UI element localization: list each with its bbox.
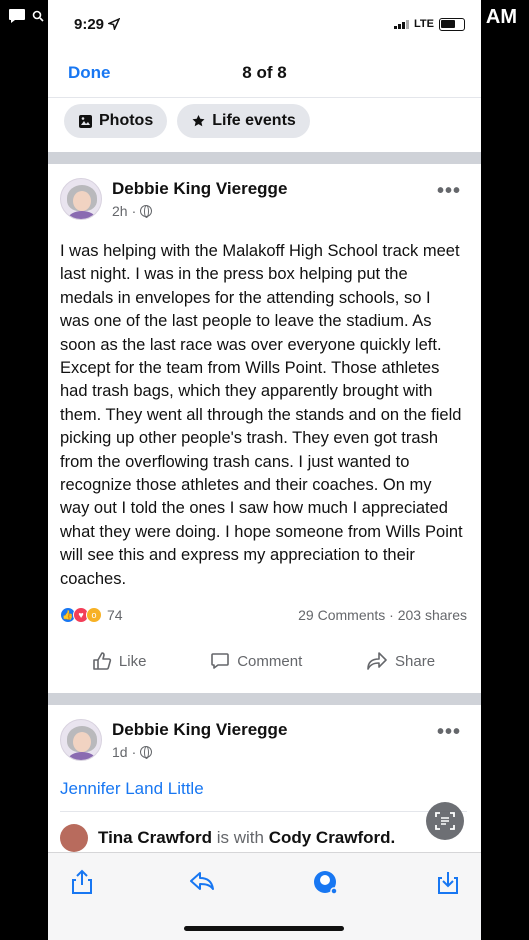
share-icon: [72, 869, 92, 894]
status-time: 9:29: [74, 15, 105, 33]
save-button[interactable]: [436, 869, 460, 900]
info-sparkle-icon: [314, 871, 338, 895]
battery-icon: [439, 17, 465, 31]
shared-post-header: Tina Crawford is with Cody Crawford.: [60, 824, 467, 853]
reactions-summary[interactable]: 👍 ♥ o 74: [60, 607, 123, 624]
like-button[interactable]: Like: [92, 651, 146, 671]
share-arrow-icon: [367, 652, 387, 670]
wow-reaction-icon: o: [86, 607, 102, 624]
post-header: Debbie King Vieregge 1d · •••: [60, 719, 467, 762]
signal-icon: [394, 19, 410, 29]
reply-arrow-icon: [190, 872, 214, 890]
share-button[interactable]: Share: [366, 651, 435, 671]
post-card: Debbie King Vieregge 2h · ••• I was helpi…: [48, 164, 481, 689]
flag-star-icon: [192, 114, 205, 126]
message-icon: [9, 9, 25, 23]
outer-notification-icons: [8, 8, 44, 24]
post-author[interactable]: Debbie King Vieregge: [112, 179, 287, 199]
comment-icon: [211, 653, 230, 669]
avatar[interactable]: [60, 719, 102, 762]
post-header: Debbie King Vieregge 2h · •••: [60, 178, 467, 220]
avatar[interactable]: [60, 178, 102, 220]
share-button[interactable]: [70, 869, 94, 900]
photos-chip[interactable]: Photos: [64, 104, 168, 138]
post-author[interactable]: Debbie King Vieregge: [112, 720, 287, 740]
post-actions: Like Comment Share: [60, 633, 467, 689]
globe-icon: [140, 205, 153, 218]
post-text: I was helping with the Malakoff High Sch…: [60, 242, 463, 588]
viewer-navbar: Done 8 of 8: [48, 48, 481, 98]
comments-shares-count[interactable]: 29 Comments · 203 shares: [298, 607, 467, 623]
reply-button[interactable]: [188, 869, 216, 898]
status-bar: 9:29 LTE: [48, 0, 481, 48]
shared-author-name[interactable]: Tina Crawford: [98, 828, 212, 847]
phone-screen: 9:29 LTE Done 8 of 8 Photos Life events: [48, 0, 481, 940]
globe-icon: [140, 746, 153, 760]
post-meta: 1d ·: [112, 744, 287, 760]
post-meta: 2h ·: [112, 203, 287, 219]
home-indicator: [184, 926, 344, 931]
network-label: LTE: [414, 18, 434, 30]
more-options-icon[interactable]: •••: [437, 721, 461, 744]
section-separator: [48, 693, 481, 706]
text-scan-icon: [435, 812, 455, 830]
post-stats: 👍 ♥ o 74 29 Comments · 203 shares: [60, 607, 467, 624]
tagged-person-link[interactable]: Jennifer Land Little: [60, 779, 467, 813]
section-separator: [48, 152, 481, 164]
page-counter: 8 of 8: [242, 62, 287, 82]
outer-clock: AM: [485, 6, 517, 28]
avatar[interactable]: [60, 824, 88, 853]
life-events-chip[interactable]: Life events: [177, 104, 310, 138]
shared-with-name[interactable]: Cody Crawford.: [269, 828, 396, 847]
done-button[interactable]: Done: [68, 63, 111, 83]
photo-icon: [79, 114, 92, 128]
more-options-icon[interactable]: •••: [437, 180, 461, 203]
live-text-button[interactable]: [426, 802, 464, 840]
visual-lookup-button[interactable]: [312, 869, 340, 902]
download-icon: [438, 872, 458, 894]
location-arrow-icon: [108, 18, 121, 30]
profile-chips: Photos Life events: [48, 98, 481, 144]
post-card-2: Debbie King Vieregge 1d · ••• Jennifer La…: [48, 705, 481, 853]
comment-button[interactable]: Comment: [210, 651, 302, 671]
thumbs-up-icon: [93, 652, 112, 670]
search-icon: [32, 10, 44, 22]
